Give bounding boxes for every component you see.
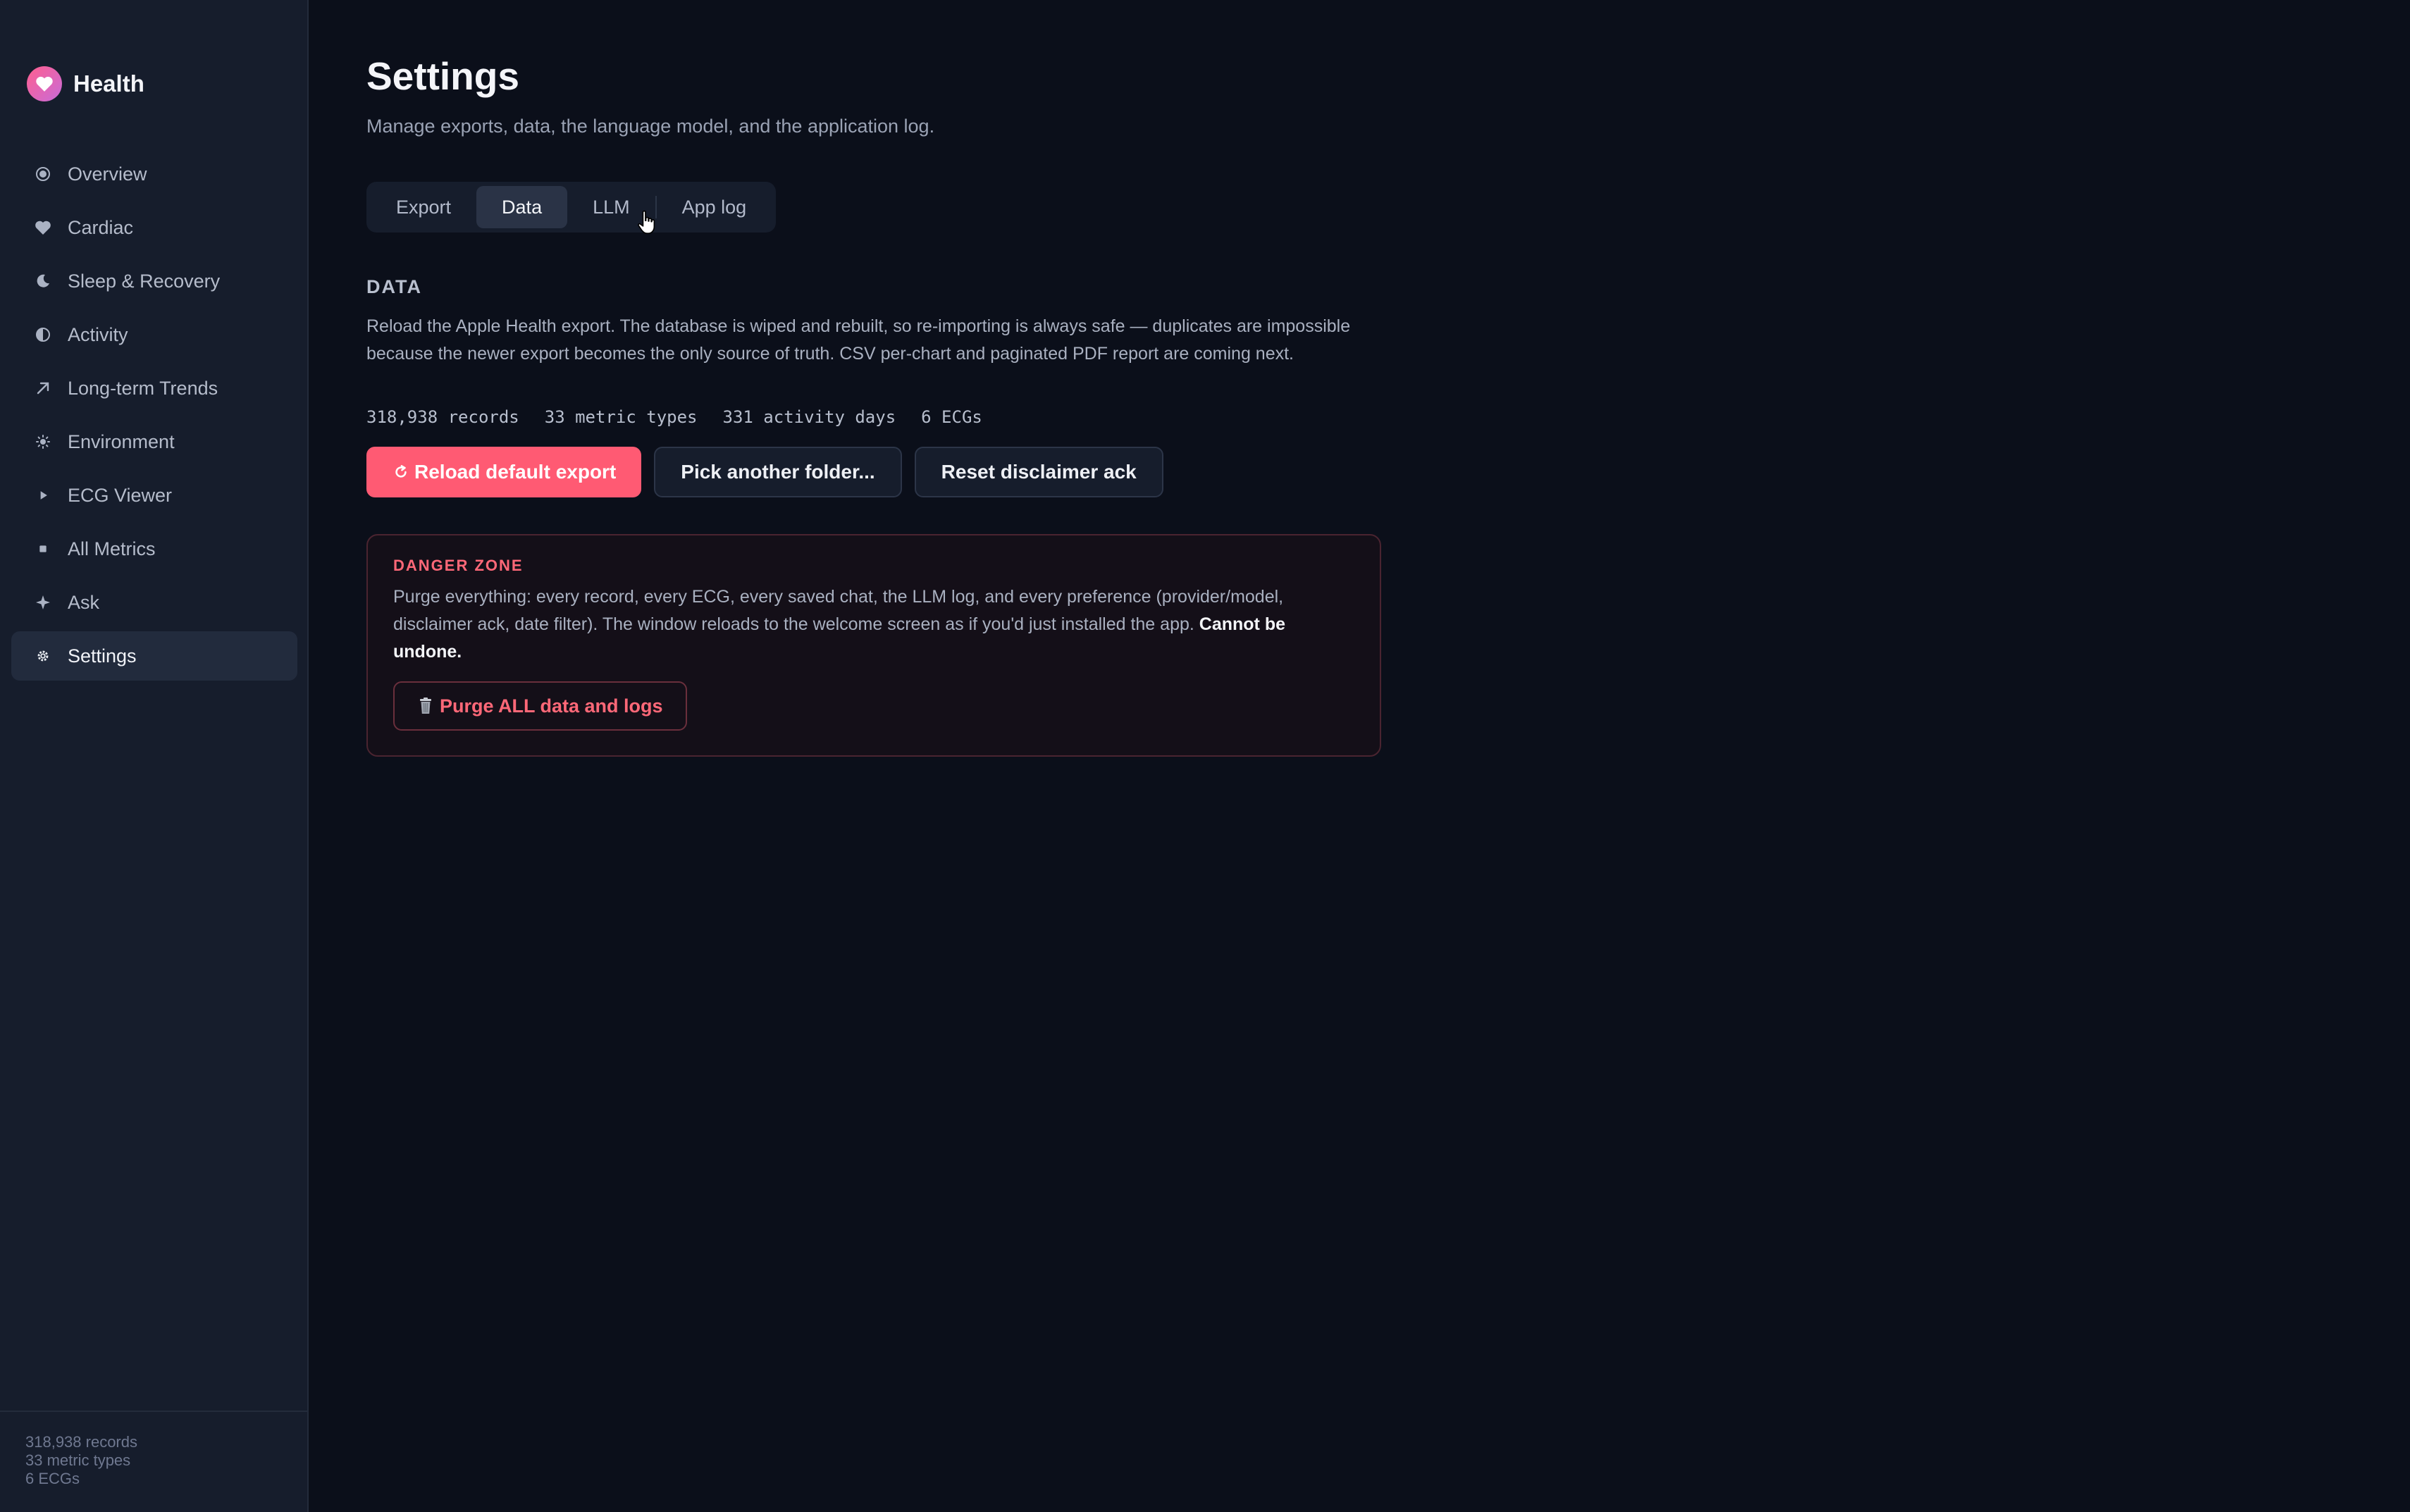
sidebar-item-label: Cardiac <box>68 216 134 238</box>
section-description: Reload the Apple Health export. The data… <box>366 316 1351 364</box>
sun-icon <box>32 431 54 452</box>
purge-all-label: Purge ALL data and logs <box>440 695 663 717</box>
stat-ecgs: 6 ECGs <box>921 407 982 427</box>
footer-records: 318,938 records <box>25 1433 137 1451</box>
square-icon <box>32 538 54 559</box>
tab-export[interactable]: Export <box>371 186 476 228</box>
reload-export-label: Reload default export <box>414 461 617 483</box>
brand[interactable]: Health <box>27 66 144 101</box>
heart-icon <box>32 217 54 238</box>
tab-data[interactable]: Data <box>476 186 655 235</box>
data-stats: 318,938 records 33 metric types 331 acti… <box>366 407 1008 427</box>
stat-records: 318,938 records <box>366 407 519 427</box>
trash-icon <box>417 697 434 715</box>
danger-zone-title: DANGER ZONE <box>393 557 524 574</box>
gear-icon <box>32 645 54 667</box>
sidebar-item-label: Long-term Trends <box>68 377 218 399</box>
sidebar: Health Overview Cardiac Sleep & Recovery <box>0 0 309 1512</box>
purge-all-button[interactable]: Purge ALL data and logs <box>393 681 687 731</box>
tab-llm[interactable]: LLM <box>567 186 655 228</box>
sidebar-item-ask[interactable]: Ask <box>11 578 297 627</box>
sidebar-item-settings[interactable]: Settings <box>11 631 297 681</box>
footer-metric-types: 33 metric types <box>25 1451 131 1469</box>
sidebar-item-all-metrics[interactable]: All Metrics <box>11 524 297 574</box>
sidebar-item-label: Ask <box>68 591 100 613</box>
sidebar-item-label: Activity <box>68 323 128 345</box>
reset-disclaimer-button[interactable]: Reset disclaimer ack <box>914 447 1163 497</box>
sidebar-item-label: Settings <box>68 645 137 667</box>
settings-tabs: Export Data LLM App log <box>366 182 777 235</box>
overview-icon <box>32 163 54 185</box>
sidebar-nav: Overview Cardiac Sleep & Recovery Activi… <box>11 149 297 685</box>
footer-ecgs: 6 ECGs <box>25 1470 80 1487</box>
refresh-icon <box>393 464 409 480</box>
sidebar-item-label: Overview <box>68 163 147 185</box>
data-actions: Reload default export Pick another folde… <box>366 447 1176 497</box>
moon-icon <box>32 271 54 292</box>
danger-zone-description: Purge everything: every record, every EC… <box>393 587 1284 634</box>
sidebar-item-long-term-trends[interactable]: Long-term Trends <box>11 364 297 413</box>
reload-export-button[interactable]: Reload default export <box>366 447 642 497</box>
pick-folder-button[interactable]: Pick another folder... <box>654 447 902 497</box>
danger-zone-text: Purge everything: every record, every EC… <box>393 583 1354 666</box>
app-window: Health Overview Cardiac Sleep & Recovery <box>0 0 2410 1512</box>
section-title: DATA <box>366 276 422 297</box>
play-icon <box>32 485 54 506</box>
page-title: Settings <box>366 54 519 98</box>
sidebar-item-cardiac[interactable]: Cardiac <box>11 203 297 252</box>
sidebar-item-label: All Metrics <box>68 538 156 559</box>
trend-arrow-icon <box>32 378 54 399</box>
heart-logo-icon <box>27 66 62 101</box>
sidebar-item-label: Sleep & Recovery <box>68 270 221 292</box>
sidebar-stats: 318,938 records 33 metric types 6 ECGs <box>0 1411 307 1512</box>
tab-app-log[interactable]: App log <box>657 186 772 228</box>
tab-data-label: Data <box>502 196 543 218</box>
page-subtitle: Manage exports, data, the language model… <box>366 116 935 137</box>
sidebar-item-activity[interactable]: Activity <box>11 310 297 359</box>
app-name: Health <box>73 70 144 97</box>
stat-activity-days: 331 activity days <box>722 407 896 427</box>
sparkle-icon <box>32 592 54 613</box>
sidebar-item-label: Environment <box>68 430 175 452</box>
sidebar-item-label: ECG Viewer <box>68 484 173 506</box>
danger-zone: DANGER ZONE Purge everything: every reco… <box>366 534 1381 757</box>
sidebar-item-ecg-viewer[interactable]: ECG Viewer <box>11 471 297 520</box>
sidebar-item-overview[interactable]: Overview <box>11 149 297 199</box>
stat-metric-types: 33 metric types <box>544 407 698 427</box>
half-circle-icon <box>32 324 54 345</box>
sidebar-item-environment[interactable]: Environment <box>11 417 297 466</box>
sidebar-item-sleep-recovery[interactable]: Sleep & Recovery <box>11 256 297 306</box>
